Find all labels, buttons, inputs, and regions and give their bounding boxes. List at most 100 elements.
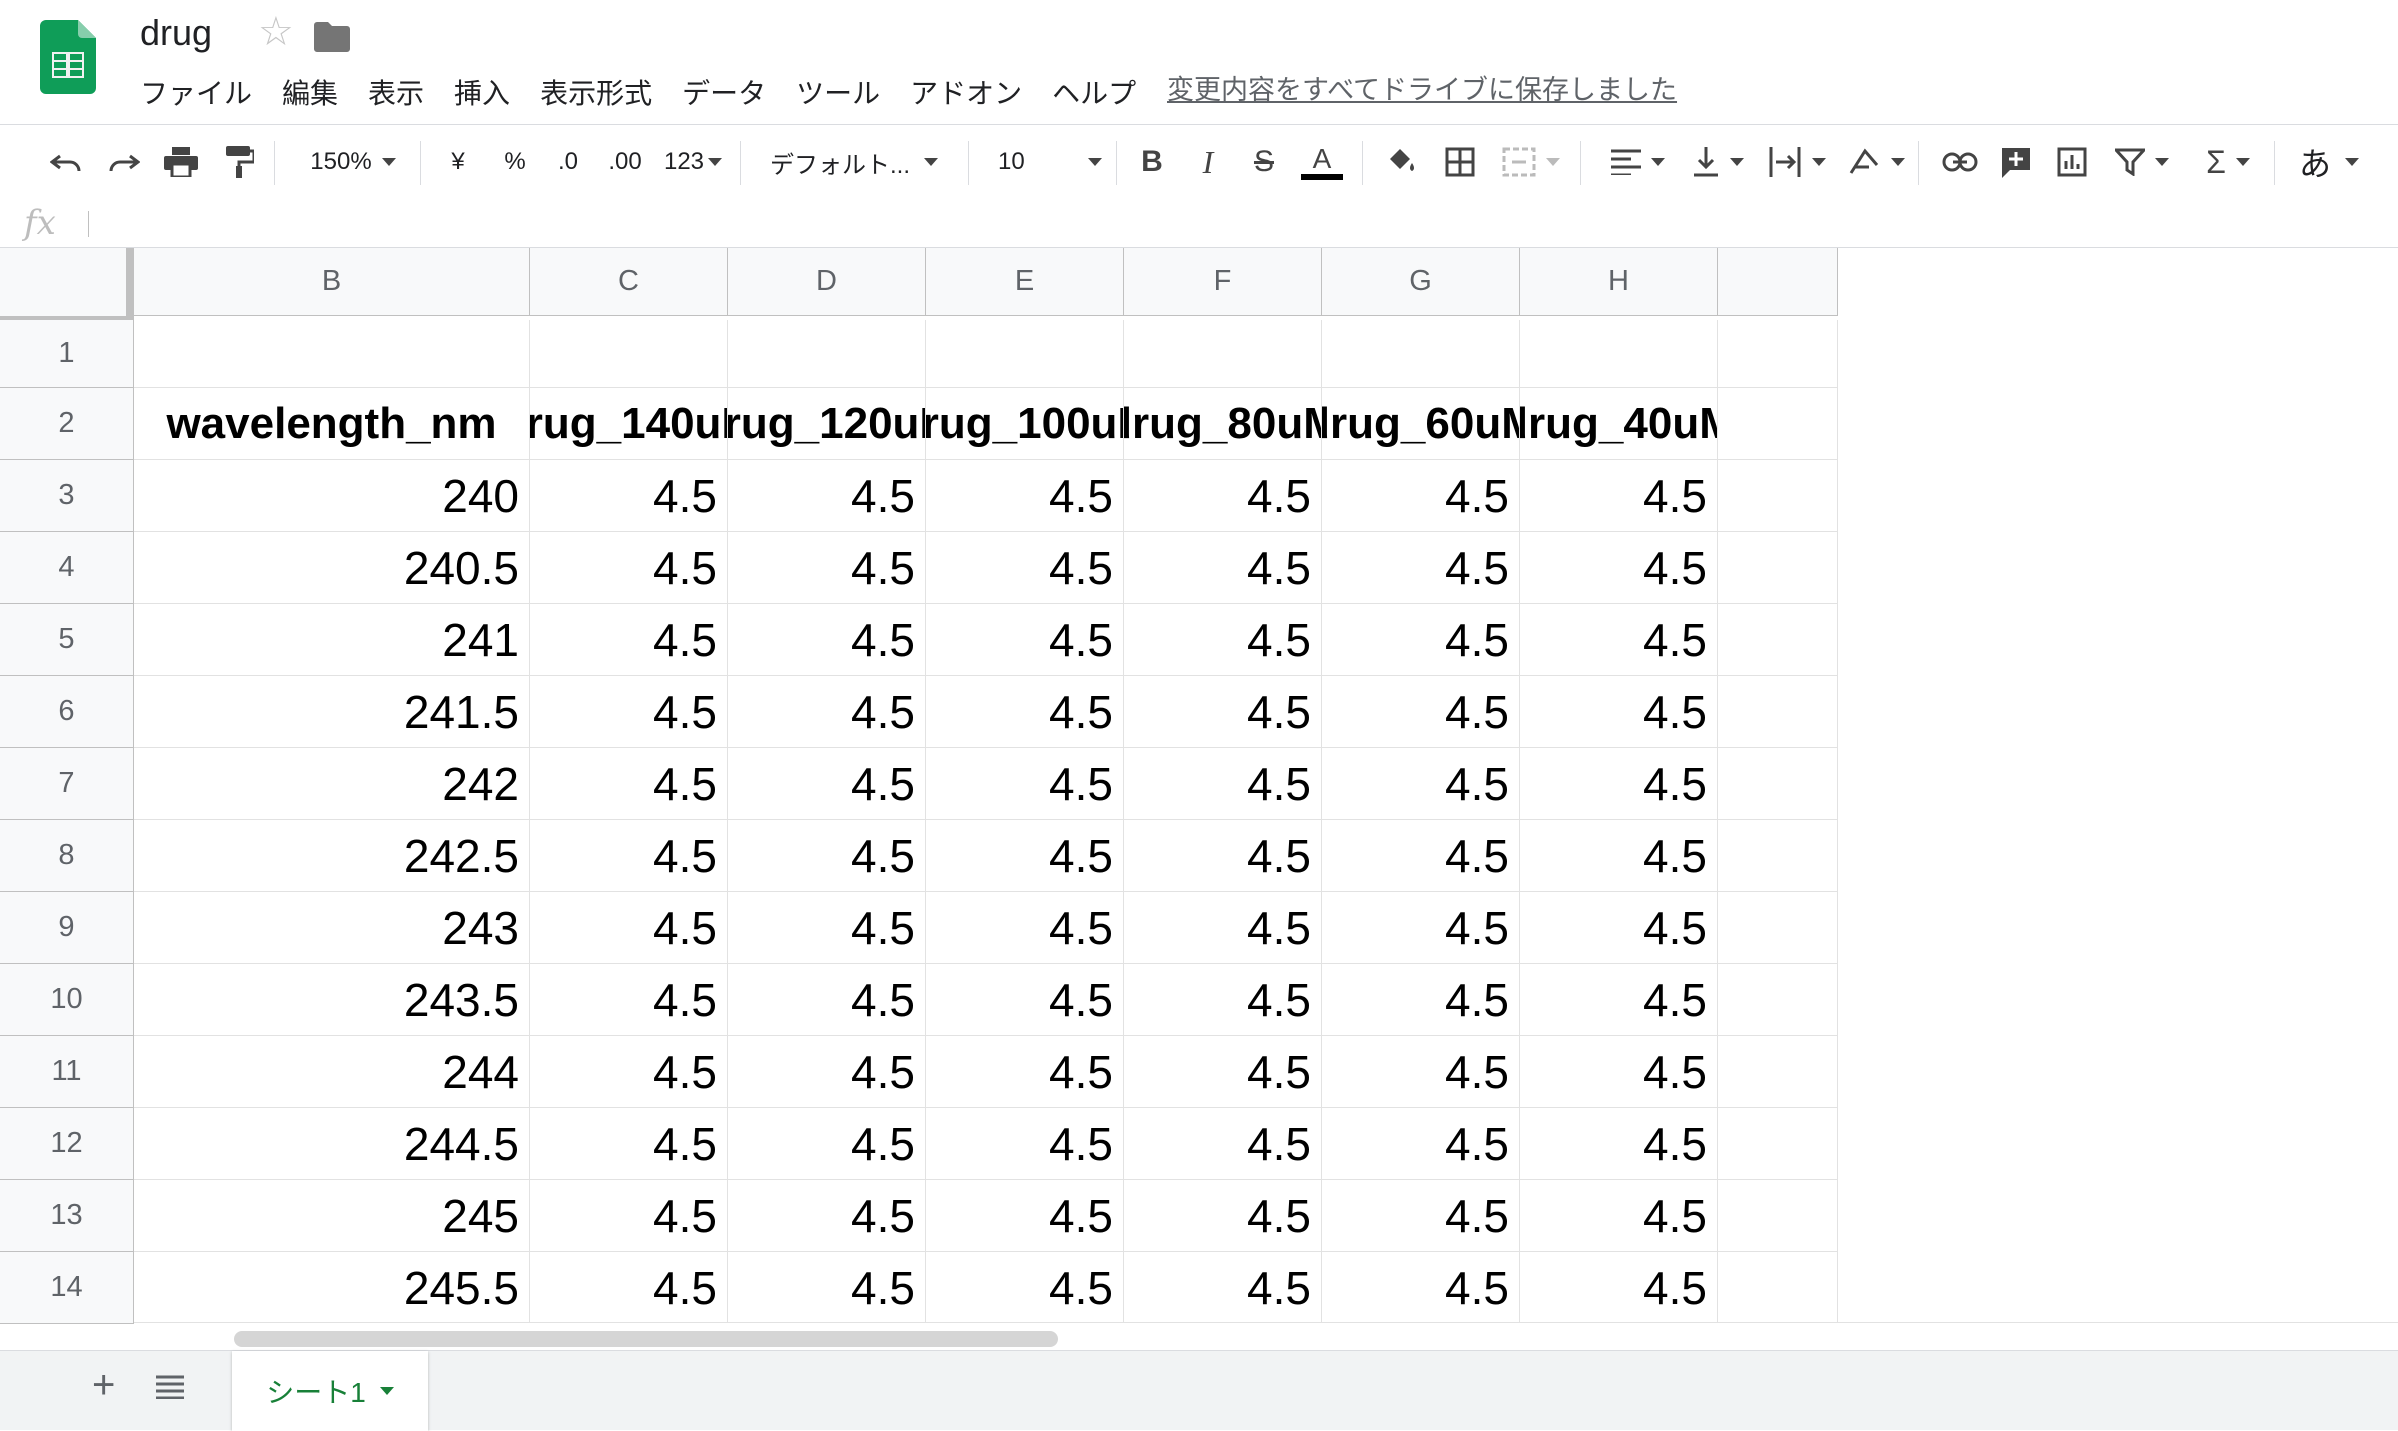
cell[interactable]: 242.5 [134, 820, 530, 892]
cell[interactable]: 4.5 [530, 748, 728, 820]
fill-color-icon[interactable] [1384, 139, 1420, 185]
row-header[interactable]: 12 [0, 1108, 134, 1180]
menu-tools[interactable]: ツール [796, 72, 880, 112]
cell[interactable] [1718, 320, 1838, 388]
sheets-logo-icon[interactable] [40, 20, 96, 94]
menu-data[interactable]: データ [682, 72, 766, 112]
cell[interactable]: 4.5 [530, 460, 728, 532]
undo-icon[interactable] [46, 139, 86, 185]
cell[interactable]: 4.5 [728, 892, 926, 964]
cell[interactable]: 4.5 [1322, 1252, 1520, 1324]
currency-format-button[interactable]: ¥ [444, 139, 472, 185]
cell[interactable]: 245 [134, 1180, 530, 1252]
text-wrapping-icon[interactable] [1766, 139, 1828, 185]
add-sheet-icon[interactable]: + [92, 1365, 115, 1405]
cell[interactable]: 4.5 [1322, 1180, 1520, 1252]
cell[interactable]: 4.5 [926, 604, 1124, 676]
cell[interactable]: 4.5 [728, 460, 926, 532]
cell[interactable]: 4.5 [1322, 892, 1520, 964]
cell[interactable]: 244.5 [134, 1108, 530, 1180]
all-sheets-icon[interactable] [156, 1375, 184, 1404]
column-header[interactable]: H [1520, 248, 1718, 316]
horizontal-align-icon[interactable] [1610, 139, 1666, 185]
save-status-link[interactable]: 変更内容をすべてドライブに保存しました [1167, 68, 1677, 107]
cell[interactable] [1718, 1108, 1838, 1180]
more-formats-button[interactable]: 123 [660, 139, 726, 185]
cell[interactable]: 4.5 [926, 748, 1124, 820]
menu-help[interactable]: ヘルプ [1052, 72, 1136, 112]
menu-format[interactable]: 表示形式 [540, 72, 652, 112]
horizontal-scrollbar[interactable] [134, 1322, 2398, 1351]
row-header[interactable]: 3 [0, 460, 134, 532]
cell[interactable]: 4.5 [1124, 532, 1322, 604]
cell[interactable]: 4.5 [1124, 676, 1322, 748]
cell[interactable] [134, 320, 530, 388]
column-header[interactable]: F [1124, 248, 1322, 316]
cell[interactable]: 4.5 [1322, 676, 1520, 748]
menu-file[interactable]: ファイル [140, 72, 252, 112]
row-header[interactable]: 13 [0, 1180, 134, 1252]
cell[interactable] [1718, 676, 1838, 748]
cell[interactable] [1718, 1180, 1838, 1252]
cell[interactable]: 4.5 [926, 460, 1124, 532]
cell[interactable]: 4.5 [1322, 1036, 1520, 1108]
cell[interactable]: 4.5 [1520, 460, 1718, 532]
cell[interactable]: 4.5 [1124, 1108, 1322, 1180]
cell[interactable]: 4.5 [926, 1108, 1124, 1180]
cell[interactable]: 4.5 [728, 1036, 926, 1108]
row-header[interactable]: 7 [0, 748, 134, 820]
font-size-select[interactable]: 10 [998, 139, 1102, 185]
cell[interactable]: 4.5 [1124, 1252, 1322, 1324]
column-header[interactable]: C [530, 248, 728, 316]
cell[interactable]: 4.5 [1124, 604, 1322, 676]
cell[interactable]: 4.5 [1322, 1108, 1520, 1180]
cell[interactable]: 4.5 [530, 820, 728, 892]
cell[interactable] [1718, 460, 1838, 532]
cell[interactable]: 4.5 [530, 1180, 728, 1252]
cell[interactable] [1718, 748, 1838, 820]
row-header[interactable]: 2 [0, 388, 134, 460]
cell[interactable]: 243.5 [134, 964, 530, 1036]
cell[interactable]: 4.5 [530, 1108, 728, 1180]
row-header[interactable]: 11 [0, 1036, 134, 1108]
cell[interactable]: 244 [134, 1036, 530, 1108]
row-header[interactable]: 1 [0, 320, 134, 388]
cell[interactable]: 4.5 [1520, 604, 1718, 676]
cell[interactable]: drug_60uM [1322, 388, 1520, 460]
cell[interactable]: 4.5 [728, 820, 926, 892]
cell[interactable] [1718, 820, 1838, 892]
cell[interactable]: 4.5 [530, 676, 728, 748]
menu-addons[interactable]: アドオン [910, 72, 1022, 112]
cell[interactable]: drug_100uM [926, 388, 1124, 460]
cell[interactable]: 241 [134, 604, 530, 676]
cell[interactable]: 4.5 [530, 892, 728, 964]
cell[interactable] [1718, 604, 1838, 676]
text-rotation-icon[interactable] [1846, 139, 1906, 185]
cell[interactable]: 4.5 [926, 1180, 1124, 1252]
cell[interactable] [1718, 1252, 1838, 1324]
cell[interactable]: 4.5 [1124, 1180, 1322, 1252]
row-header[interactable]: 4 [0, 532, 134, 604]
cell[interactable]: 4.5 [1124, 1036, 1322, 1108]
cell[interactable]: 4.5 [728, 1108, 926, 1180]
cell[interactable]: 4.5 [1124, 820, 1322, 892]
chevron-down-icon[interactable] [379, 1387, 394, 1395]
cell[interactable]: 4.5 [728, 604, 926, 676]
strikethrough-icon[interactable]: S [1248, 139, 1280, 185]
cell[interactable]: 4.5 [1520, 1036, 1718, 1108]
cell[interactable] [1718, 892, 1838, 964]
cell[interactable]: 240.5 [134, 532, 530, 604]
column-header[interactable]: E [926, 248, 1124, 316]
cell[interactable]: 4.5 [1322, 532, 1520, 604]
insert-link-icon[interactable] [1940, 139, 1980, 185]
percent-format-button[interactable]: % [500, 139, 530, 185]
cell[interactable]: 4.5 [530, 1036, 728, 1108]
cell[interactable]: drug_140uM [530, 388, 728, 460]
paint-format-icon[interactable] [220, 139, 260, 185]
cell[interactable]: 4.5 [728, 676, 926, 748]
zoom-select[interactable]: 150% [298, 139, 408, 185]
cell[interactable]: 4.5 [1322, 820, 1520, 892]
cell[interactable] [1322, 320, 1520, 388]
cell[interactable] [1718, 388, 1838, 460]
print-icon[interactable] [160, 139, 202, 185]
